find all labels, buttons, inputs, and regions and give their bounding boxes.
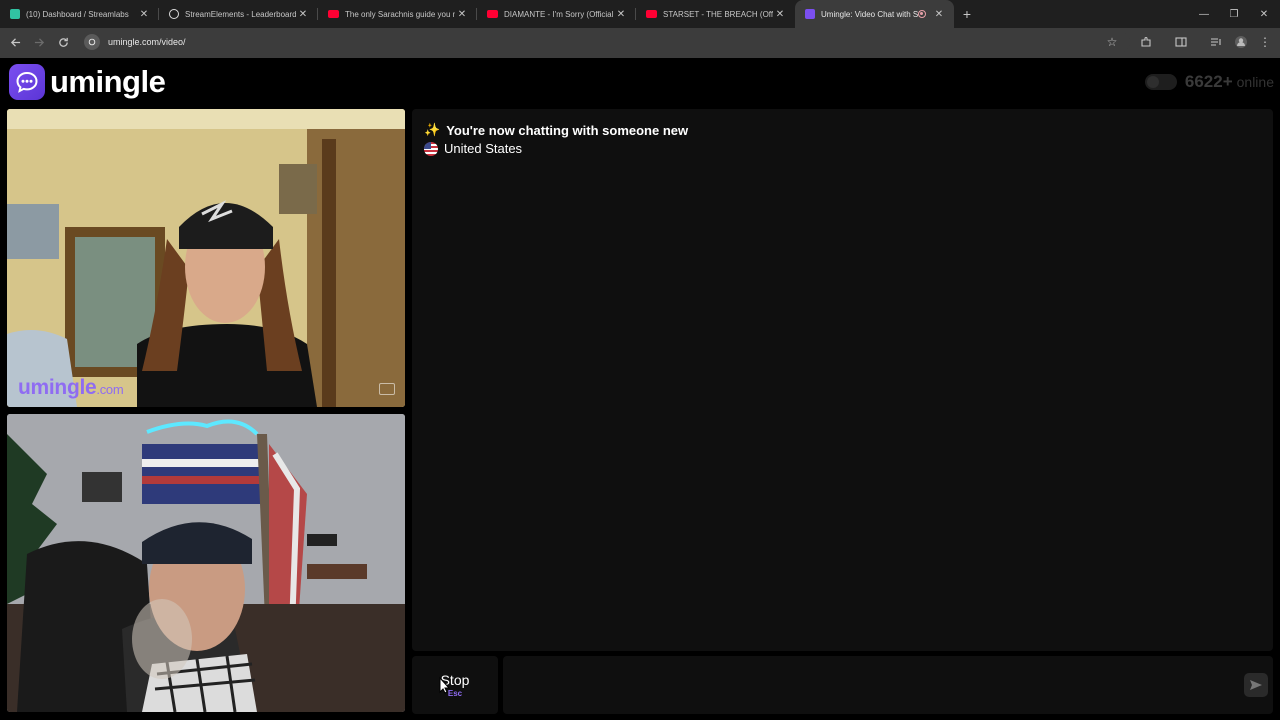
youtube-icon: [646, 10, 657, 18]
watermark-main: umingle: [18, 376, 97, 399]
country-message: United States: [424, 141, 522, 156]
streamlabs-icon: [10, 9, 20, 19]
country-text: United States: [444, 141, 523, 156]
address-bar[interactable]: umingle.com/video/: [80, 31, 1130, 53]
tab-title: StreamElements - Leaderboard: [185, 9, 296, 19]
close-tab-icon[interactable]: ✕: [932, 9, 946, 20]
online-label: online: [1236, 74, 1274, 90]
streamelements-icon: [169, 9, 179, 19]
minimize-icon[interactable]: ―: [1189, 0, 1219, 28]
self-video: [7, 414, 405, 712]
browser-tab-strip: (10) Dashboard / Streamlabs ✕ StreamElem…: [0, 0, 1280, 28]
brand-name: umingle: [50, 64, 166, 99]
tab-title: The only Sarachnis guide you n: [345, 9, 455, 19]
online-indicator: 6622+ online: [1144, 72, 1274, 92]
youtube-icon: [487, 10, 498, 18]
stop-shortcut: Esc: [447, 689, 463, 698]
tab-starset[interactable]: STARSET - THE BREACH (Officia ✕: [636, 0, 795, 28]
extensions-icon[interactable]: [1134, 30, 1158, 54]
new-tab-button[interactable]: +: [954, 0, 980, 28]
status-message-text: You're now chatting with someone new: [446, 122, 689, 138]
stop-button[interactable]: Stop Esc: [412, 656, 498, 714]
restore-icon[interactable]: ❐: [1219, 0, 1249, 28]
sparkles-icon: ✨: [424, 122, 441, 137]
close-tab-icon[interactable]: ✕: [773, 9, 787, 20]
chat-panel: ✨ You're now chatting with someone new U…: [412, 109, 1273, 651]
youtube-icon: [328, 10, 339, 18]
watermark-suffix: .com: [96, 382, 124, 397]
message-input[interactable]: [503, 656, 1273, 714]
sidepanel-icon[interactable]: [1169, 30, 1193, 54]
media-controls-icon[interactable]: [1204, 30, 1228, 54]
tab-streamelements[interactable]: StreamElements - Leaderboard ✕: [159, 0, 318, 28]
theme-toggle[interactable]: [1144, 74, 1177, 90]
umingle-logo-icon: [9, 64, 45, 100]
bookmark-star-icon[interactable]: ☆: [1100, 30, 1124, 54]
tab-streamlabs[interactable]: (10) Dashboard / Streamlabs ✕: [0, 0, 159, 28]
browser-toolbar: umingle.com/video/ ☆ ⋮: [0, 28, 1280, 56]
umingle-page: umingle 6622+ online umingle.com ✨ You'r…: [0, 58, 1280, 720]
umingle-icon: [805, 9, 815, 19]
self-video-frame: [7, 414, 405, 712]
close-tab-icon[interactable]: ✕: [137, 9, 151, 20]
back-arrow-icon[interactable]: [3, 30, 27, 54]
tab-diamante[interactable]: DIAMANTE - I'm Sorry (Official ✕: [477, 0, 636, 28]
tab-title: (10) Dashboard / Streamlabs: [26, 9, 129, 19]
stranger-video-frame: [7, 109, 405, 407]
url-text: umingle.com/video/: [108, 37, 186, 47]
menu-kebab-icon[interactable]: ⋮: [1253, 30, 1277, 54]
recording-icon: [918, 10, 926, 18]
close-tab-icon[interactable]: ✕: [296, 9, 310, 20]
profile-avatar-icon[interactable]: [1229, 30, 1253, 54]
tab-title: Umingle: Video Chat with S: [821, 9, 918, 19]
tab-umingle[interactable]: Umingle: Video Chat with S ✕: [795, 0, 954, 28]
system-message: ✨ You're now chatting with someone new: [424, 122, 688, 138]
mouse-pointer-icon: [439, 676, 450, 694]
tab-sarachnis[interactable]: The only Sarachnis guide you n ✕: [318, 0, 477, 28]
online-count: 6622+: [1184, 72, 1233, 91]
send-button[interactable]: [1244, 673, 1268, 697]
stranger-video: umingle.com: [7, 109, 405, 407]
close-window-icon[interactable]: ✕: [1249, 0, 1279, 28]
close-tab-icon[interactable]: ✕: [455, 9, 469, 20]
close-tab-icon[interactable]: ✕: [614, 9, 628, 20]
reload-icon[interactable]: [51, 30, 75, 54]
umingle-watermark: umingle.com: [18, 376, 124, 400]
forward-arrow-icon[interactable]: [27, 30, 51, 54]
brand[interactable]: umingle: [9, 64, 166, 100]
site-info-icon[interactable]: [84, 34, 100, 50]
report-flag-icon[interactable]: [379, 383, 395, 395]
tab-title: DIAMANTE - I'm Sorry (Official: [504, 9, 614, 19]
us-flag-icon: [424, 141, 438, 156]
tab-title: STARSET - THE BREACH (Officia: [663, 9, 773, 19]
send-arrow-icon: [1250, 680, 1262, 690]
